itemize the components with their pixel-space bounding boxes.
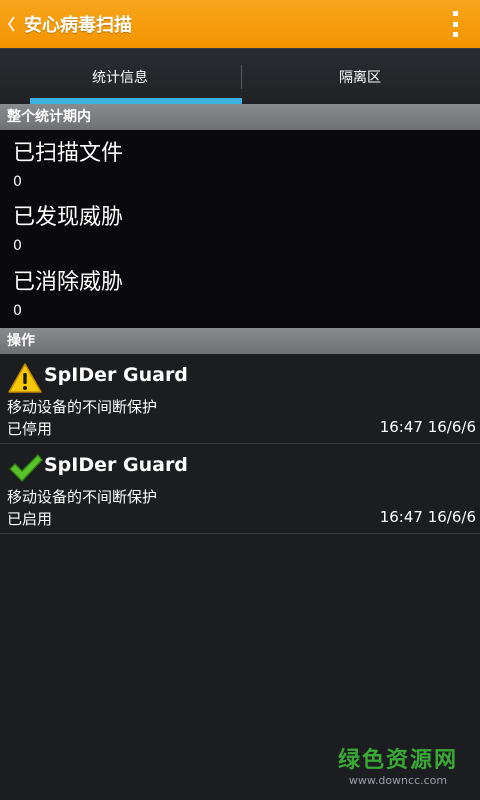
stats-block: 已扫描文件 0 已发现威胁 0 已消除威胁 0 <box>0 130 480 328</box>
overflow-menu-icon[interactable] <box>450 11 460 37</box>
watermark-url: www.downcc.com <box>348 774 448 787</box>
list-item-title: SpIDer Guard <box>44 364 188 386</box>
list-item-timestamp: 16:47 16/6/6 <box>379 508 476 526</box>
stat-value: 0 <box>13 303 22 319</box>
tab-quarantine-label: 隔离区 <box>339 69 381 86</box>
ops-section-header: 操作 <box>0 328 480 354</box>
list-item-description: 移动设备的不间断保护 <box>7 398 158 416</box>
list-item-title: SpIDer Guard <box>44 454 188 476</box>
list-item-spider-guard-disabled[interactable]: SpIDer Guard 移动设备的不间断保护 已停用 16:47 16/6/6 <box>0 354 480 444</box>
stat-threats-removed: 已消除威胁 0 <box>13 269 123 321</box>
stat-label: 已扫描文件 <box>13 141 124 166</box>
checkmark-icon <box>7 452 43 484</box>
tab-statistics-label: 统计信息 <box>92 69 148 86</box>
stat-scanned-files: 已扫描文件 0 <box>13 140 123 192</box>
tab-bar: 统计信息 隔离区 <box>0 48 480 104</box>
stats-section-header: 整个统计期内 <box>0 104 480 130</box>
back-icon[interactable] <box>2 0 20 48</box>
list-item-status: 已停用 <box>7 420 53 438</box>
warning-icon <box>7 362 43 394</box>
list-item-spider-guard-enabled[interactable]: SpIDer Guard 移动设备的不间断保护 已启用 16:47 16/6/6 <box>0 444 480 534</box>
list-item-description: 移动设备的不间断保护 <box>7 488 158 506</box>
stat-value: 0 <box>13 174 22 190</box>
stat-label: 已消除威胁 <box>13 270 124 295</box>
list-item-status: 已启用 <box>7 510 53 528</box>
operations-list: SpIDer Guard 移动设备的不间断保护 已停用 16:47 16/6/6… <box>0 354 480 534</box>
stat-label: 已发现威胁 <box>13 205 124 230</box>
stat-threats-found: 已发现威胁 0 <box>13 204 123 256</box>
watermark-title: 绿色资源网 <box>337 748 458 773</box>
tab-statistics[interactable]: 统计信息 <box>0 49 240 104</box>
tab-divider <box>241 65 242 89</box>
list-item-timestamp: 16:47 16/6/6 <box>379 418 476 436</box>
app-title: 安心病毒扫描 <box>24 15 132 36</box>
tab-quarantine[interactable]: 隔离区 <box>240 49 480 104</box>
watermark: 绿色资源网 www.downcc.com <box>338 748 458 788</box>
stat-value: 0 <box>13 238 22 254</box>
app-bar: 安心病毒扫描 <box>0 0 480 48</box>
